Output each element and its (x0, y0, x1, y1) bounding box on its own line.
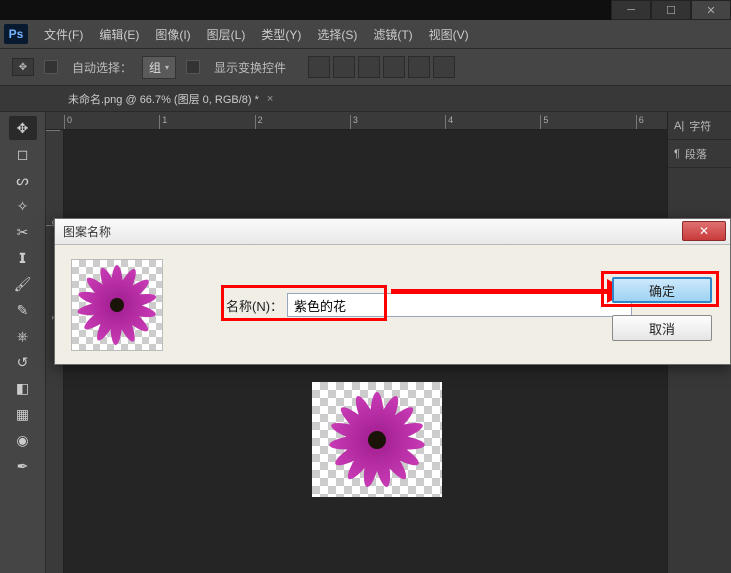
character-panel-tab[interactable]: A| 字符 (668, 112, 731, 140)
gradient-tool[interactable]: ▦ (9, 402, 37, 426)
eraser-tool[interactable]: ◧ (9, 376, 37, 400)
app-logo: Ps (4, 24, 28, 44)
menu-image[interactable]: 图像(I) (147, 26, 198, 43)
menu-layer[interactable]: 图层(L) (199, 26, 254, 43)
align-top-icon[interactable] (308, 56, 330, 78)
show-transform-label: 显示变换控件 (214, 59, 286, 76)
menu-select[interactable]: 选择(S) (309, 26, 365, 43)
blur-tool[interactable]: ◉ (9, 428, 37, 452)
options-bar: ✥ 自动选择： 组 ▾ 显示变换控件 (0, 48, 731, 86)
menu-filter[interactable]: 滤镜(T) (365, 26, 420, 43)
ruler-mark: 4 (445, 115, 540, 129)
maximize-button[interactable]: ☐ (651, 0, 691, 20)
pattern-thumbnail (71, 259, 163, 351)
ruler-mark: 0 (64, 115, 159, 129)
align-right-icon[interactable] (433, 56, 455, 78)
pen-tool[interactable]: ✒ (9, 454, 37, 478)
eyedropper-tool[interactable]: 𝗜 (9, 246, 37, 270)
character-icon: A| (674, 120, 684, 132)
dialog-body: 名称(N)： 确定 取消 (55, 245, 730, 366)
name-row: 名称(N)： (226, 293, 632, 317)
flower-graphic (327, 390, 427, 490)
menu-bar: Ps 文件(F) 编辑(E) 图像(I) 图层(L) 类型(Y) 选择(S) 滤… (0, 20, 731, 48)
marquee-tool[interactable]: ◻ (9, 142, 37, 166)
photoshop-window: ─ ☐ ✕ Ps 文件(F) 编辑(E) 图像(I) 图层(L) 类型(Y) 选… (0, 0, 731, 573)
menu-edit[interactable]: 编辑(E) (91, 26, 147, 43)
auto-select-checkbox[interactable] (44, 60, 62, 75)
document-tab-title: 未命名.png @ 66.7% (图层 0, RGB/8) * (68, 91, 259, 107)
menu-type[interactable]: 类型(Y) (253, 26, 309, 43)
window-controls: ─ ☐ ✕ (611, 0, 731, 20)
panel-label: 字符 (689, 118, 711, 134)
history-brush-tool[interactable]: ↺ (9, 350, 37, 374)
window-title-bar: ─ ☐ ✕ (0, 0, 731, 20)
toolbox: ✥ ◻ ᔕ ✧ ✂ 𝗜 🖌 ✎ ⎈ ↺ ◧ ▦ ◉ ✒ (0, 112, 46, 573)
ruler-mark: 2 (255, 115, 350, 129)
ok-button[interactable]: 确定 (612, 277, 712, 303)
ruler-horizontal: 0 1 2 3 4 5 6 (46, 112, 731, 130)
canvas-image (312, 382, 442, 497)
align-left-icon[interactable] (383, 56, 405, 78)
name-label: 名称(N)： (226, 296, 283, 315)
pattern-name-dialog: 图案名称 ✕ (54, 218, 731, 365)
menu-view[interactable]: 视图(V) (421, 26, 477, 43)
auto-select-value: 组 (149, 59, 161, 76)
clone-stamp-tool[interactable]: ⎈ (9, 324, 37, 348)
ruler-mark: 3 (350, 115, 445, 129)
minimize-button[interactable]: ─ (611, 0, 651, 20)
align-vcenter-icon[interactable] (333, 56, 355, 78)
menu-file[interactable]: 文件(F) (36, 26, 91, 43)
healing-brush-tool[interactable]: ✎ (9, 298, 37, 322)
auto-select-label: 自动选择： (72, 59, 132, 76)
align-hcenter-icon[interactable] (408, 56, 430, 78)
flower-graphic (77, 265, 157, 345)
dialog-close-button[interactable]: ✕ (682, 221, 726, 241)
paragraph-icon: ¶ (674, 148, 680, 160)
dialog-buttons: 确定 取消 (612, 277, 712, 341)
paragraph-panel-tab[interactable]: ¶ 段落 (668, 140, 731, 168)
move-tool[interactable]: ✥ (9, 116, 37, 140)
name-input[interactable] (287, 293, 632, 317)
document-tab-close-icon[interactable]: × (267, 93, 273, 105)
show-transform-checkbox[interactable] (186, 60, 204, 75)
brush-tool[interactable]: 🖌 (9, 272, 37, 296)
crop-tool[interactable]: ✂ (9, 220, 37, 244)
align-bottom-icon[interactable] (358, 56, 380, 78)
window-close-button[interactable]: ✕ (691, 0, 731, 20)
panel-label: 段落 (685, 146, 707, 162)
dialog-title: 图案名称 (63, 223, 111, 240)
document-tab[interactable]: 未命名.png @ 66.7% (图层 0, RGB/8) * × (68, 91, 273, 107)
ruler-mark: 0 (46, 130, 60, 225)
alignment-icons-group (308, 56, 455, 78)
dialog-title-bar[interactable]: 图案名称 ✕ (55, 219, 730, 245)
document-tab-bar: 未命名.png @ 66.7% (图层 0, RGB/8) * × (0, 86, 731, 112)
auto-select-dropdown[interactable]: 组 ▾ (142, 56, 176, 79)
move-tool-indicator-icon: ✥ (12, 58, 34, 76)
magic-wand-tool[interactable]: ✧ (9, 194, 37, 218)
ruler-mark: 1 (159, 115, 254, 129)
ruler-mark: 5 (540, 115, 635, 129)
dropdown-triangle-icon: ▾ (165, 63, 169, 72)
cancel-button[interactable]: 取消 (612, 315, 712, 341)
lasso-tool[interactable]: ᔕ (9, 168, 37, 192)
